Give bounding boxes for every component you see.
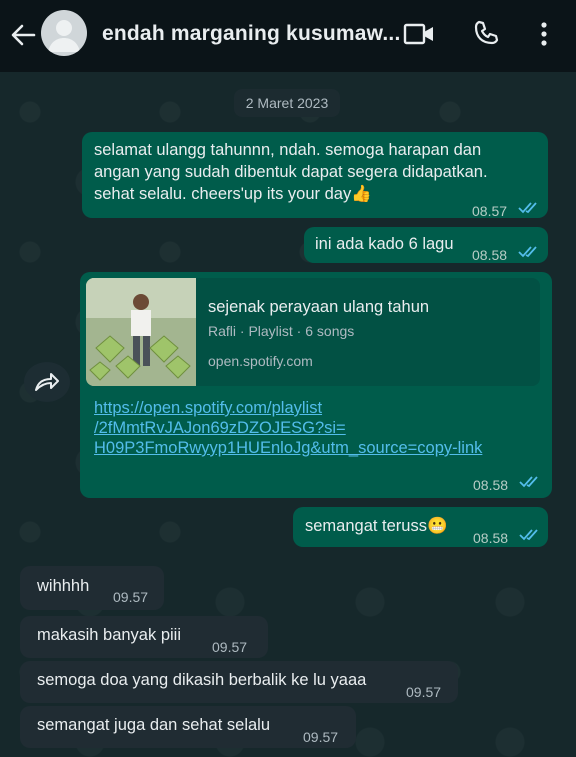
video-call-icon[interactable] — [403, 22, 435, 46]
message-text: selamat ulangg tahunnn, ndah. semoga har… — [94, 139, 488, 205]
outgoing-message[interactable]: selamat ulangg tahunnn, ndah. semoga har… — [82, 132, 548, 219]
chat-header: endah marganing kusumaw... — [0, 0, 576, 72]
outgoing-message[interactable]: ini ada kado 6 lagu 08.58 — [304, 227, 548, 263]
outgoing-message[interactable]: semangat teruss😬 08.58 — [293, 507, 548, 547]
voice-call-icon[interactable] — [472, 19, 500, 47]
link-title: sejenak perayaan ulang tahun — [208, 298, 430, 316]
link-domain: open.spotify.com — [208, 353, 313, 369]
date-separator: 2 Maret 2023 — [234, 89, 340, 117]
chat-area[interactable]: 2 Maret 2023 selamat ulangg tahunnn, nda… — [0, 72, 576, 757]
message-time: 09.57 — [212, 639, 248, 655]
link-subtitle: Rafli · Playlist · 6 songs — [208, 323, 355, 339]
message-text: semoga doa yang dikasih berbalik ke lu y… — [37, 671, 367, 689]
message-time: 08.57 — [472, 203, 508, 219]
message-text: ini ada kado 6 lagu — [315, 235, 454, 253]
message-line: angan yang sudah dibentuk dapat segera d… — [94, 163, 488, 181]
message-text: wihhhh — [37, 577, 90, 595]
forward-icon — [35, 373, 59, 391]
message-text: makasih banyak piii — [37, 626, 181, 644]
contact-avatar[interactable] — [41, 10, 87, 56]
message-time: 09.57 — [303, 729, 339, 745]
incoming-message[interactable]: makasih banyak piii 09.57 — [20, 616, 268, 658]
message-time: 08.58 — [473, 530, 509, 546]
outgoing-link-message[interactable]: sejenak perayaan ulang tahun Rafli · Pla… — [80, 272, 552, 498]
playlist-thumbnail — [86, 278, 196, 386]
incoming-message[interactable]: semangat juga dan sehat selalu 09.57 — [20, 706, 356, 748]
message-time: 09.57 — [406, 684, 442, 700]
read-receipt-icon — [518, 246, 537, 258]
message-text: semangat juga dan sehat selalu — [37, 716, 270, 734]
back-arrow-icon[interactable] — [10, 24, 36, 46]
incoming-message[interactable]: wihhhh 09.57 — [20, 566, 164, 610]
message-time: 08.58 — [473, 477, 509, 493]
link-preview-card[interactable]: sejenak perayaan ulang tahun Rafli · Pla… — [86, 278, 540, 386]
incoming-message[interactable]: semoga doa yang dikasih berbalik ke lu y… — [20, 661, 458, 703]
url-line[interactable]: H09P3FmoRwyyp1HUEnloJg&utm_source=copy-l… — [94, 438, 482, 458]
message-time: 09.57 — [113, 589, 149, 605]
message-line: selamat ulangg tahunnn, ndah. semoga har… — [94, 141, 482, 159]
message-line: sehat selalu. cheers'up its your day👍 — [94, 185, 372, 203]
more-options-icon[interactable] — [538, 20, 550, 48]
playlist-url-link[interactable]: https://open.spotify.com/playlist /2fMmt… — [94, 398, 482, 458]
read-receipt-icon — [519, 529, 538, 541]
contact-name[interactable]: endah marganing kusumaw... — [102, 22, 400, 46]
message-time: 08.58 — [472, 247, 508, 263]
forward-button[interactable] — [24, 362, 70, 402]
avatar-placeholder-icon — [48, 20, 80, 52]
read-receipt-icon — [519, 476, 538, 488]
message-text: semangat teruss😬 — [305, 517, 448, 535]
read-receipt-icon — [518, 202, 537, 214]
url-line[interactable]: /2fMmtRvJAJon69zDZOJESG?si= — [94, 418, 482, 438]
url-line[interactable]: https://open.spotify.com/playlist — [94, 398, 482, 418]
